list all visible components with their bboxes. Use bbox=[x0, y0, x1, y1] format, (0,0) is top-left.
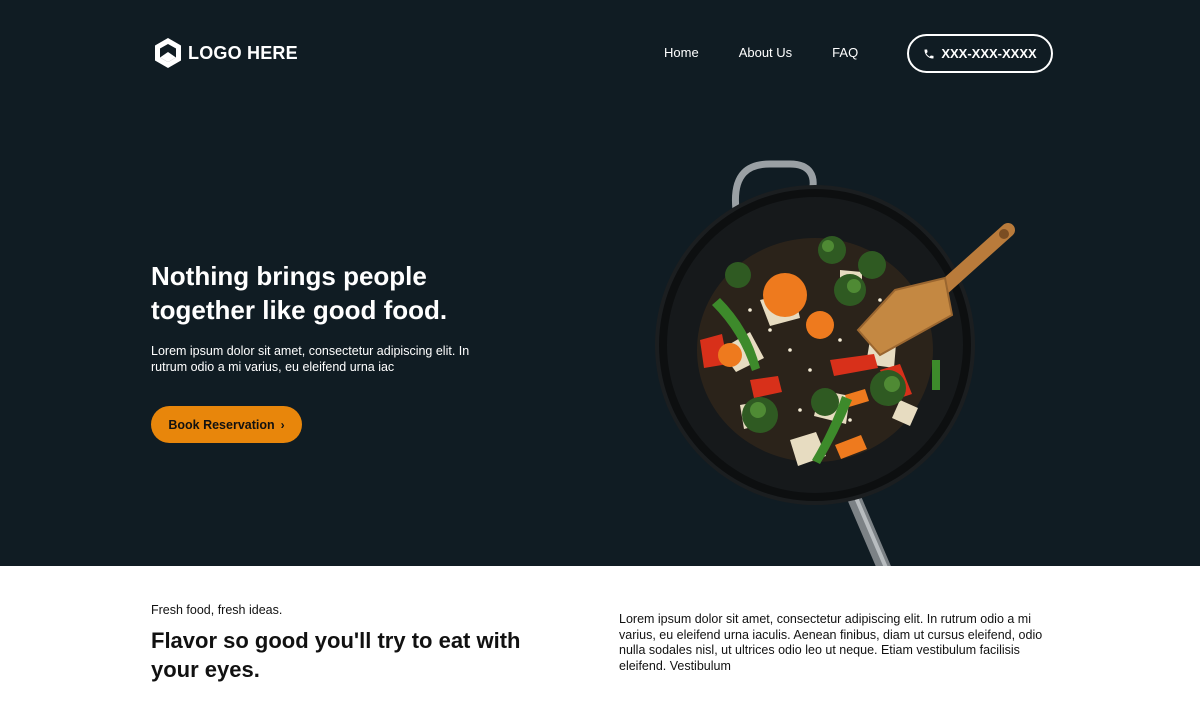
chevron-right-icon: › bbox=[280, 417, 285, 432]
section-eyebrow: Fresh food, fresh ideas. bbox=[151, 603, 283, 617]
book-reservation-label: Book Reservation bbox=[168, 417, 275, 432]
hexagon-logo-icon bbox=[155, 38, 181, 68]
top-nav: LOGO HERE Home About Us FAQ XXX-XXX-XXXX bbox=[0, 0, 1200, 108]
book-reservation-button[interactable]: Book Reservation › bbox=[151, 406, 302, 443]
hero-section: LOGO HERE Home About Us FAQ XXX-XXX-XXXX… bbox=[0, 0, 1200, 566]
nav-links: Home About Us FAQ bbox=[664, 45, 858, 60]
hero-title: Nothing brings people together like good… bbox=[151, 261, 448, 325]
phone-icon bbox=[924, 49, 934, 58]
phone-number: XXX-XXX-XXXX bbox=[941, 46, 1037, 61]
logo[interactable]: LOGO HERE bbox=[152, 37, 298, 69]
section-title: Flavor so good you'll try to eat with yo… bbox=[151, 628, 521, 682]
hero-subtitle: Lorem ipsum dolor sit amet, consectetur … bbox=[151, 344, 470, 374]
nav-link-faq[interactable]: FAQ bbox=[832, 45, 858, 60]
logo-text: LOGO HERE bbox=[188, 42, 298, 63]
nav-link-home[interactable]: Home bbox=[664, 45, 699, 60]
nav-link-about-us[interactable]: About Us bbox=[739, 45, 792, 60]
section-body: Lorem ipsum dolor sit amet, consectetur … bbox=[619, 612, 1043, 673]
wok-food-image bbox=[655, 160, 1015, 566]
phone-button[interactable]: XXX-XXX-XXXX bbox=[907, 34, 1053, 73]
